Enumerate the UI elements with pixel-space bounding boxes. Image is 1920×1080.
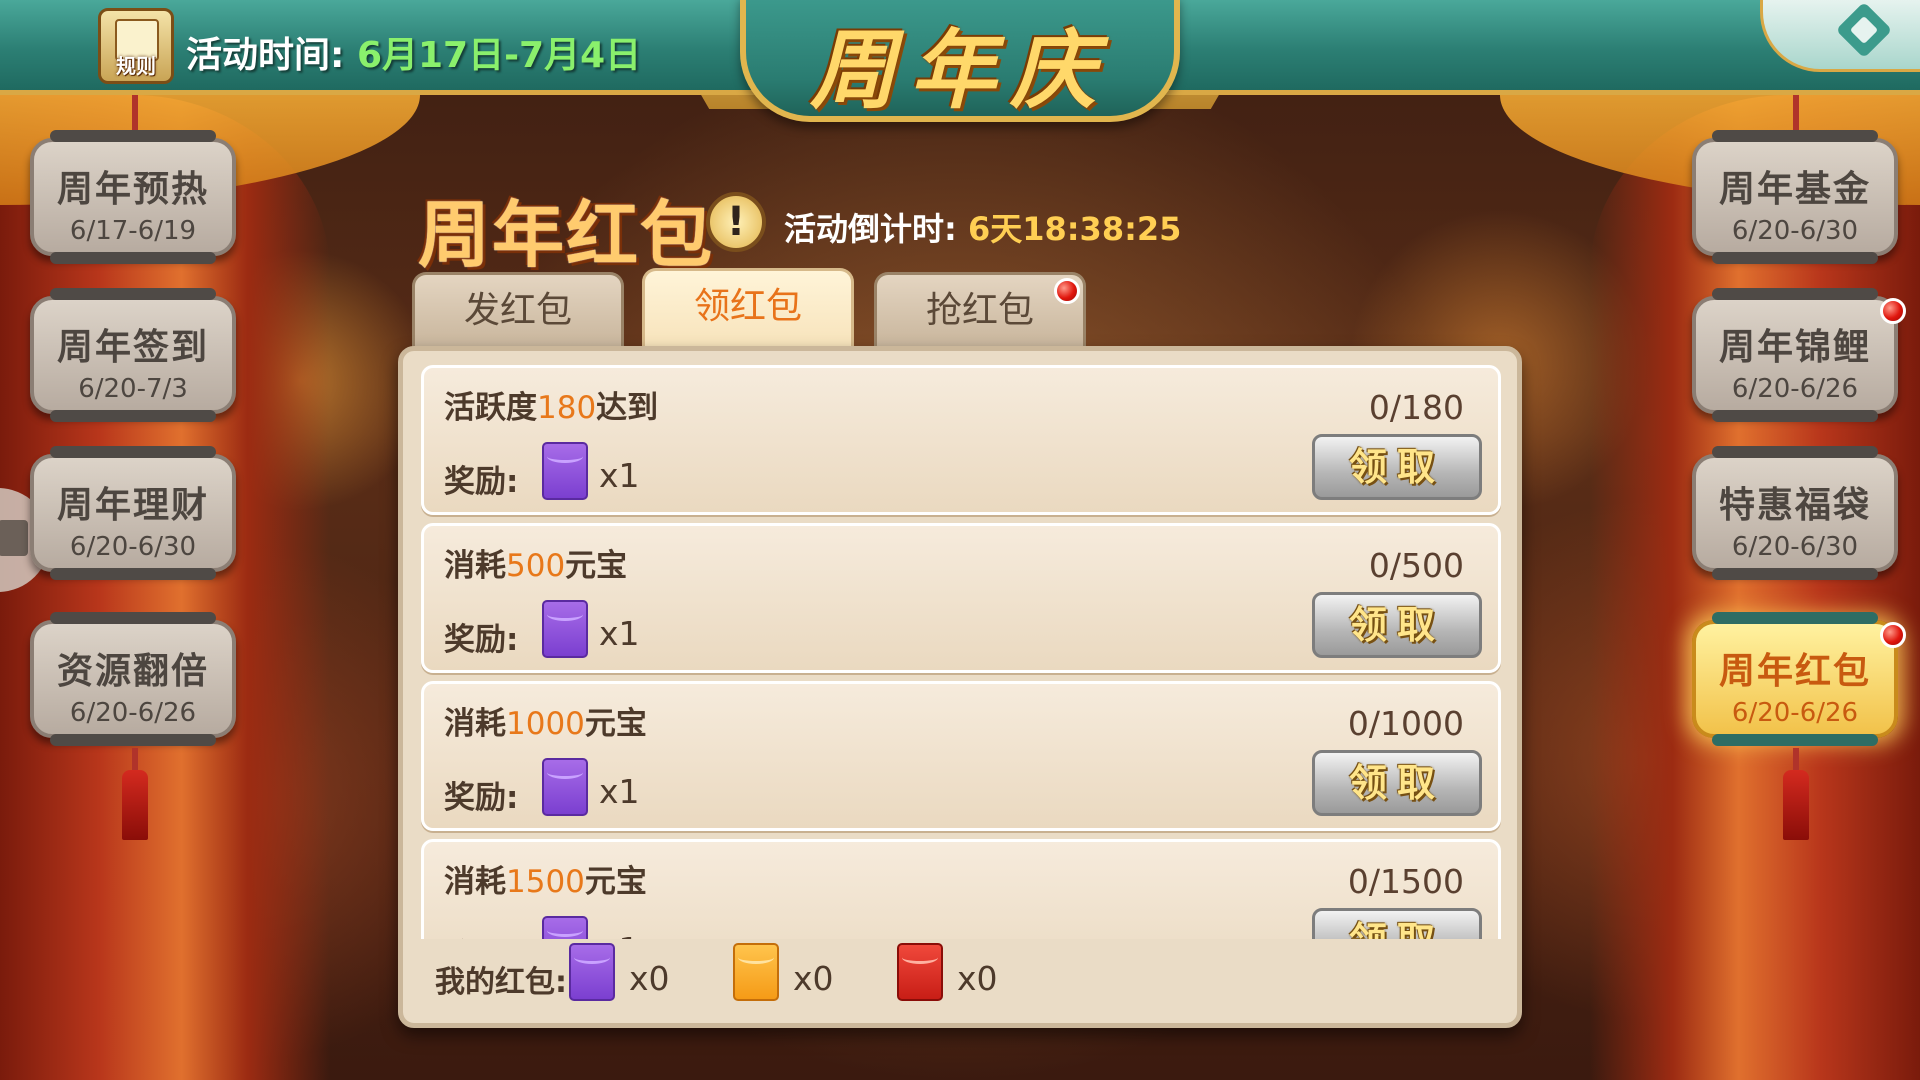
task-progress: 0/1500 — [1347, 862, 1464, 901]
back-arrow-icon — [1835, 1, 1893, 59]
menu-item-anniversary-fund[interactable]: 周年基金 6/20-6/30 — [1692, 130, 1898, 264]
task-progress: 0/500 — [1368, 546, 1464, 585]
rules-button[interactable]: 规则 — [98, 8, 174, 84]
reward-quantity: x1 — [599, 456, 640, 495]
purple-red-packet-icon — [542, 758, 588, 816]
reward-quantity: x1 — [599, 772, 640, 811]
menu-item-lucky-bag[interactable]: 特惠福袋 6/20-6/30 — [1692, 446, 1898, 580]
menu-item-anniversary-koi[interactable]: 周年锦鲤 6/20-6/26 — [1692, 288, 1898, 422]
tassel-right — [1783, 770, 1809, 840]
my-red-packets-label: 我的红包: — [435, 965, 567, 1000]
countdown: 活动倒计时: 6天18:38:25 — [784, 204, 1181, 250]
reward-quantity: x1 — [599, 614, 640, 653]
task-row: 活跃度180达到 0/180 奖励: x1 领取 — [421, 365, 1501, 515]
notification-dot — [1880, 298, 1906, 324]
claim-button[interactable]: 领取 — [1312, 750, 1482, 816]
reward-label: 奖励: — [444, 622, 519, 658]
purple-packet-count: x0 — [629, 959, 670, 998]
task-description: 消耗1500元宝 — [444, 864, 647, 900]
reward-quantity: x1 — [599, 930, 640, 939]
task-progress: 0/1000 — [1347, 704, 1464, 743]
reward-label: 奖励: — [444, 464, 519, 500]
menu-item-anniversary-finance[interactable]: 周年理财 6/20-6/30 — [30, 446, 236, 580]
orange-packet-count: x0 — [793, 959, 834, 998]
tab-send-red-packet[interactable]: 发红包 — [412, 272, 624, 348]
countdown-value: 6天18:38:25 — [967, 210, 1182, 248]
reward-label: 奖励: — [444, 930, 518, 939]
menu-item-anniversary-red-packet[interactable]: 周年红包 6/20-6/26 — [1692, 612, 1898, 746]
purple-red-packet-icon — [542, 916, 588, 939]
task-row: 消耗1000元宝 0/1000 奖励: x1 领取 — [421, 681, 1501, 831]
task-description: 消耗500元宝 — [444, 548, 628, 584]
menu-item-anniversary-warmup[interactable]: 周年预热 6/17-6/19 — [30, 130, 236, 264]
task-panel: 活跃度180达到 0/180 奖励: x1 领取 消耗500元宝 0/500 奖… — [398, 346, 1522, 1028]
event-time-label: 活动时间: — [186, 35, 357, 76]
tab-claim-red-packet[interactable]: 领红包 — [642, 268, 854, 348]
puzzle-icon — [0, 520, 28, 556]
event-time: 活动时间: 6月17日-7月4日 — [186, 26, 641, 78]
back-button[interactable] — [1760, 0, 1920, 72]
page-title: 周年庆 — [810, 20, 1110, 121]
panel-title: 周年红包 — [418, 193, 715, 277]
claim-button[interactable]: 领取 — [1312, 592, 1482, 658]
info-icon[interactable]: ! — [706, 192, 766, 252]
claim-button[interactable]: 领取 — [1312, 434, 1482, 500]
task-progress: 0/180 — [1368, 388, 1464, 427]
task-row: 消耗1500元宝 0/1500 奖励: x1 领取 — [421, 839, 1501, 939]
red-red-packet-icon — [897, 943, 943, 1001]
purple-red-packet-icon — [569, 943, 615, 1001]
event-time-value: 6月17日-7月4日 — [356, 35, 642, 76]
reward-label: 奖励: — [444, 780, 519, 816]
my-red-packets: 我的红包: x0 x0 x0 — [429, 939, 1489, 1009]
tassel-left — [122, 770, 148, 840]
task-row: 消耗500元宝 0/500 奖励: x1 领取 — [421, 523, 1501, 673]
notification-dot — [1880, 622, 1906, 648]
red-packet-count: x0 — [957, 959, 998, 998]
purple-red-packet-icon — [542, 442, 588, 500]
task-list[interactable]: 活跃度180达到 0/180 奖励: x1 领取 消耗500元宝 0/500 奖… — [421, 365, 1501, 939]
purple-red-packet-icon — [542, 600, 588, 658]
top-bar: 规则 活动时间: 6月17日-7月4日 周年庆 — [0, 0, 1920, 122]
countdown-label: 活动倒计时: — [784, 210, 968, 248]
notification-dot — [1054, 278, 1080, 304]
claim-button[interactable]: 领取 — [1312, 908, 1482, 939]
orange-red-packet-icon — [733, 943, 779, 1001]
task-description: 活跃度180达到 — [444, 390, 659, 426]
menu-item-anniversary-checkin[interactable]: 周年签到 6/20-7/3 — [30, 288, 236, 422]
rules-label: 规则 — [116, 54, 156, 78]
menu-item-resource-double[interactable]: 资源翻倍 6/20-6/26 — [30, 612, 236, 746]
task-description: 消耗1000元宝 — [444, 706, 647, 742]
title-plate: 周年庆 — [642, 0, 1278, 122]
tab-grab-red-packet[interactable]: 抢红包 — [874, 272, 1086, 348]
